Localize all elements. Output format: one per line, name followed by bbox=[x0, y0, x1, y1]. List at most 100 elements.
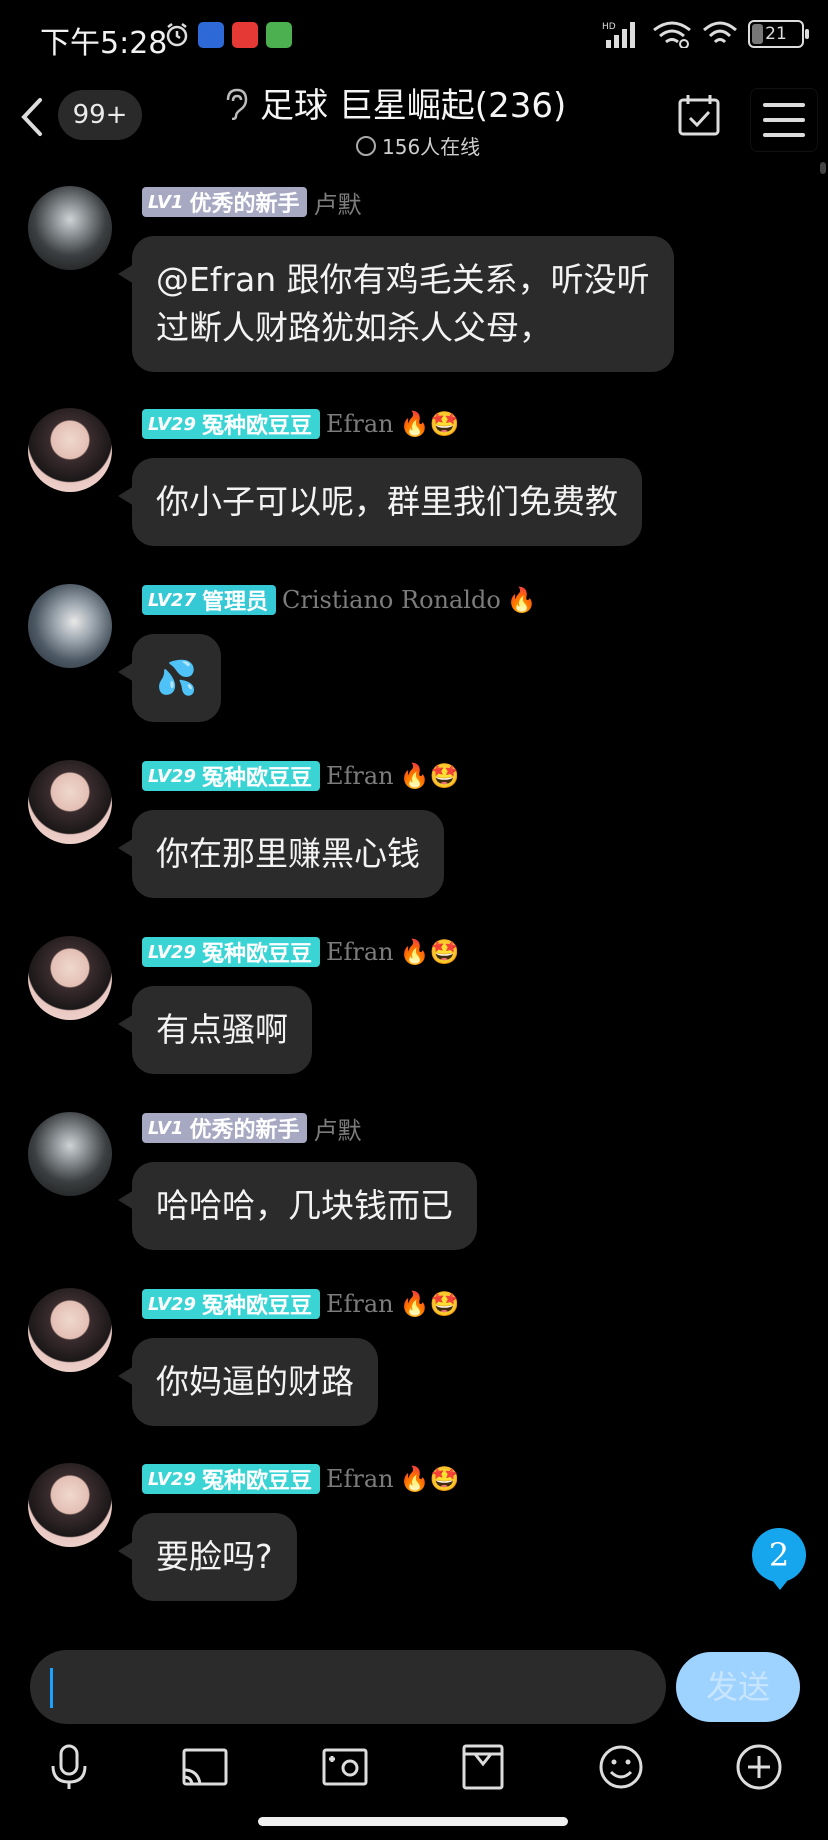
text-caret bbox=[50, 1668, 53, 1708]
avatar[interactable] bbox=[28, 1288, 112, 1372]
sender-meta: LV27 管理员 Cristiano Ronaldo 🔥 bbox=[142, 584, 537, 616]
menu-icon[interactable] bbox=[750, 88, 818, 152]
level-text: LV29 bbox=[148, 765, 196, 787]
battery-level: 21 bbox=[765, 24, 787, 44]
message-bubble[interactable]: 你小子可以呢，群里我们免费教 bbox=[118, 458, 642, 546]
sender-meta: LV29 冤种欧豆豆 Efran 🔥🤩 bbox=[142, 936, 459, 968]
sender-meta: LV29 冤种欧豆豆 Efran 🔥🤩 bbox=[142, 760, 459, 792]
avatar[interactable] bbox=[28, 1463, 112, 1547]
level-badge: LV27 管理员 bbox=[142, 585, 276, 615]
member-title: 冤种欧豆豆 bbox=[201, 766, 312, 791]
sender-emojis: 🔥🤩 bbox=[399, 1465, 460, 1493]
baidu-app-icon bbox=[198, 22, 224, 48]
battery-fill bbox=[752, 24, 763, 44]
wifi-icon bbox=[653, 21, 691, 48]
level-text: LV29 bbox=[148, 1293, 196, 1315]
sender-name[interactable]: Efran bbox=[326, 938, 394, 966]
level-text: LV27 bbox=[148, 589, 196, 611]
level-badge: LV29 冤种欧豆豆 bbox=[142, 761, 320, 791]
avatar[interactable] bbox=[28, 408, 112, 492]
sender-name[interactable]: Efran bbox=[326, 1465, 394, 1493]
message-bubble[interactable]: 你在那里赚黑心钱 bbox=[118, 810, 444, 898]
chevron-down-icon bbox=[356, 135, 376, 156]
level-text: LV29 bbox=[148, 413, 196, 435]
message-text-line: @Efran 跟你有鸡毛关系，听没听 bbox=[156, 260, 650, 299]
message-input[interactable] bbox=[30, 1650, 666, 1724]
sender-meta: LV1 优秀的新手 卢默 bbox=[142, 185, 367, 220]
sender-name[interactable]: Efran bbox=[326, 762, 394, 790]
message-bubble[interactable]: 要脸吗? bbox=[118, 1513, 297, 1601]
sender-emojis: 🔥 bbox=[506, 586, 537, 614]
member-title: 冤种欧豆豆 bbox=[201, 1469, 312, 1494]
sender-name[interactable]: Cristiano Ronaldo bbox=[282, 586, 501, 614]
message-text-line: 哈哈哈，几块钱而已 bbox=[156, 1186, 453, 1225]
sender-name[interactable]: Efran bbox=[326, 1290, 394, 1318]
avatar[interactable] bbox=[28, 186, 112, 270]
screen-cast-icon[interactable] bbox=[180, 1742, 230, 1792]
member-title: 优秀的新手 bbox=[189, 192, 300, 217]
message-bubble[interactable]: 💦 bbox=[117, 634, 222, 722]
group-title-area[interactable]: 足球 巨星崛起(236) 156人在线 bbox=[220, 78, 600, 160]
sender-meta: LV1 优秀的新手 卢默 bbox=[142, 1111, 367, 1146]
send-button[interactable]: 发送 bbox=[676, 1652, 800, 1722]
new-messages-badge[interactable]: 2 bbox=[752, 1528, 806, 1590]
avatar[interactable] bbox=[28, 1112, 112, 1196]
level-badge: LV29 冤种欧豆豆 bbox=[142, 937, 320, 967]
chat-header: 99+ 足球 巨星崛起(236) 156人在线 bbox=[0, 74, 828, 160]
message-bubble[interactable]: 哈哈哈，几块钱而已 bbox=[118, 1162, 477, 1250]
message-text-line: 你小子可以呢，群里我们免费教 bbox=[156, 482, 618, 521]
android-app-icon bbox=[266, 22, 292, 48]
message-bubble[interactable]: @Efran 跟你有鸡毛关系，听没听 过断人财路犹如杀人父母， bbox=[118, 236, 674, 372]
microphone-icon[interactable] bbox=[44, 1742, 94, 1792]
message-text-line: 过断人财路犹如杀人父母， bbox=[156, 308, 552, 347]
sender-name[interactable]: 卢默 bbox=[313, 1111, 361, 1146]
gift-box-icon[interactable] bbox=[458, 1742, 508, 1792]
level-badge: LV1 优秀的新手 bbox=[142, 187, 308, 217]
sender-meta: LV29 冤种欧豆豆 Efran 🔥🤩 bbox=[142, 1288, 459, 1320]
member-title: 冤种欧豆豆 bbox=[201, 414, 312, 439]
sender-emojis: 🔥🤩 bbox=[399, 410, 460, 438]
sender-emojis: 🔥🤩 bbox=[399, 938, 460, 966]
member-title: 冤种欧豆豆 bbox=[201, 942, 312, 967]
online-count-text: 156人在线 bbox=[382, 135, 481, 159]
add-circle-icon[interactable] bbox=[734, 1742, 784, 1792]
message-text-line: 有点骚啊 bbox=[156, 1010, 288, 1049]
avatar[interactable] bbox=[28, 936, 112, 1020]
level-badge: LV29 冤种欧豆豆 bbox=[142, 1289, 320, 1319]
sender-name[interactable]: 卢默 bbox=[313, 185, 361, 220]
member-title: 优秀的新手 bbox=[189, 1118, 300, 1143]
svg-text:HD: HD bbox=[602, 22, 616, 32]
mi-app-icon bbox=[232, 22, 258, 48]
level-text: LV29 bbox=[148, 1468, 196, 1490]
level-text: LV1 bbox=[148, 191, 184, 213]
level-badge: LV29 冤种欧豆豆 bbox=[142, 409, 320, 439]
status-time: 下午5:28 bbox=[40, 26, 168, 61]
message-text-line: 你在那里赚黑心钱 bbox=[156, 834, 420, 873]
calendar-check-icon[interactable] bbox=[676, 92, 722, 138]
emoji-icon[interactable] bbox=[596, 1742, 646, 1792]
input-toolbar bbox=[0, 1730, 828, 1800]
status-bar: 下午5:28 HD 21 bbox=[0, 0, 828, 74]
message-bubble[interactable]: 有点骚啊 bbox=[118, 986, 312, 1074]
home-indicator[interactable] bbox=[258, 1817, 568, 1826]
level-badge: LV29 冤种欧豆豆 bbox=[142, 1464, 320, 1494]
avatar[interactable] bbox=[28, 584, 112, 668]
level-text: LV29 bbox=[148, 941, 196, 963]
message-text-line: 💦 bbox=[156, 658, 198, 697]
message-bubble[interactable]: 你妈逼的财路 bbox=[118, 1338, 378, 1426]
sender-meta: LV29 冤种欧豆豆 Efran 🔥🤩 bbox=[142, 408, 459, 440]
online-count: 156人在线 bbox=[356, 131, 600, 160]
battery-indicator: 21 bbox=[748, 20, 809, 48]
unread-badge[interactable]: 99+ bbox=[58, 90, 142, 140]
message-text-line: 你妈逼的财路 bbox=[156, 1362, 354, 1401]
photo-icon[interactable] bbox=[320, 1742, 370, 1792]
message-text-line: 要脸吗? bbox=[156, 1537, 273, 1576]
member-title: 管理员 bbox=[201, 590, 268, 615]
wifi-icon-2 bbox=[703, 21, 737, 44]
sender-meta: LV29 冤种欧豆豆 Efran 🔥🤩 bbox=[142, 1463, 459, 1495]
avatar[interactable] bbox=[28, 760, 112, 844]
sender-emojis: 🔥🤩 bbox=[399, 1290, 460, 1318]
back-arrow-icon[interactable] bbox=[12, 92, 52, 142]
member-title: 冤种欧豆豆 bbox=[201, 1294, 312, 1319]
sender-name[interactable]: Efran bbox=[326, 410, 394, 438]
